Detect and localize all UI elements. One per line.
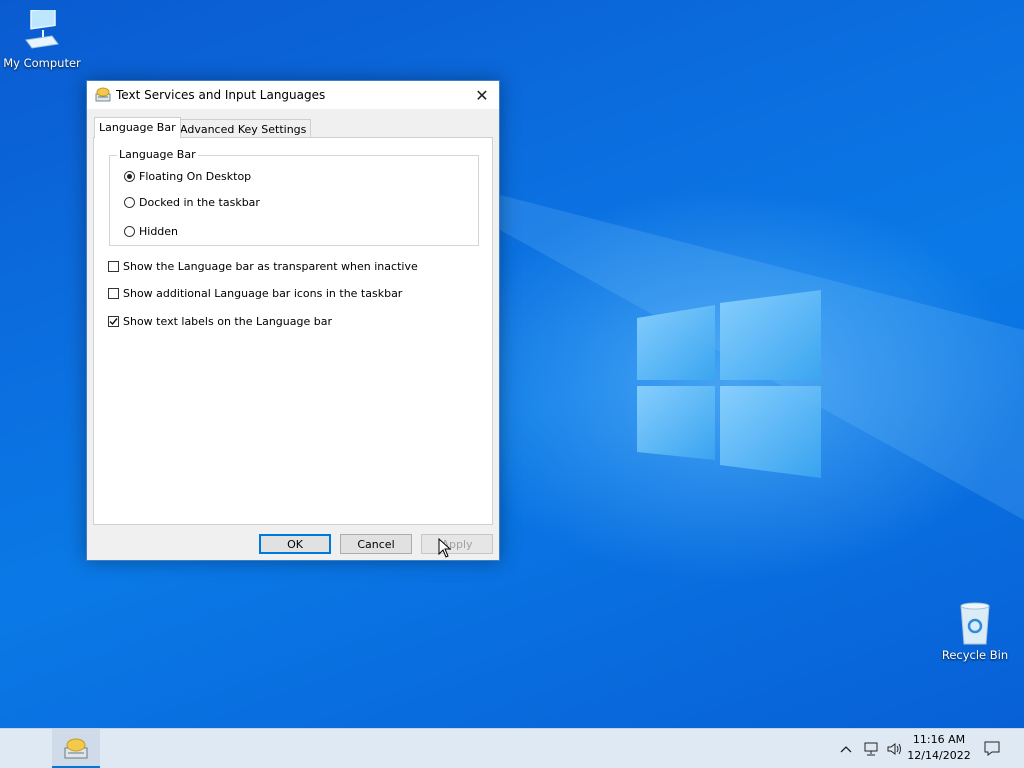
text-services-dialog: Text Services and Input Languages ✕ Lang… [86,80,500,561]
language-bar-groupbox: Language Bar Floating On Desktop Docked … [109,148,479,246]
checkbox-label: Show additional Language bar icons in th… [123,287,403,300]
radio-label: Docked in the taskbar [139,196,260,209]
apply-button[interactable]: Apply [421,534,493,554]
radio-label: Hidden [139,225,179,238]
dialog-title: Text Services and Input Languages [116,88,326,102]
tab-language-bar[interactable]: Language Bar [94,117,181,138]
checkbox[interactable] [108,316,119,327]
taskbar-clock[interactable]: 11:16 AM 12/14/2022 [904,732,974,764]
groupbox-label: Language Bar [117,148,198,161]
volume-icon [887,742,901,755]
checkbox-transparent-when-inactive[interactable]: Show the Language bar as transparent whe… [108,260,418,273]
taskbar-app-text-services[interactable] [52,729,100,768]
taskbar: 11:16 AM 12/14/2022 [0,728,1024,768]
ok-button[interactable]: OK [259,534,331,554]
keyboard-input-icon [95,87,111,102]
mouse-cursor-icon [438,538,452,558]
tab-panel: Language Bar Floating On Desktop Docked … [93,137,493,525]
computer-icon [25,10,59,49]
checkbox[interactable] [108,288,119,299]
checkbox-additional-icons-in-taskbar[interactable]: Show additional Language bar icons in th… [108,287,402,300]
cancel-button-label: Cancel [357,537,395,551]
checkmark-icon [109,318,118,326]
ok-button-label: OK [287,537,303,551]
chevron-up-icon [840,745,852,752]
radio-docked-in-taskbar[interactable]: Docked in the taskbar [124,196,260,209]
radio-button[interactable] [124,226,135,237]
tab-label: Language Bar [99,121,176,134]
keyboard-input-icon [64,738,88,759]
close-icon: ✕ [475,85,489,105]
notification-icon [984,741,1000,756]
tab-advanced-key-settings[interactable]: Advanced Key Settings [175,119,312,138]
desktop-icon-my-computer[interactable]: My Computer [0,10,84,70]
cancel-button[interactable]: Cancel [340,534,412,554]
tab-label: Advanced Key Settings [180,123,307,136]
clock-time: 11:16 AM [912,733,966,746]
checkbox-label: Show text labels on the Language bar [123,315,332,328]
network-icon [864,742,878,755]
desktop-icon-label: Recycle Bin [941,648,1009,662]
radio-hidden[interactable]: Hidden [124,225,178,238]
network-button[interactable] [860,729,882,768]
clock-date: 12/14/2022 [907,749,971,762]
radio-label: Floating On Desktop [139,170,252,183]
volume-button[interactable] [884,729,906,768]
radio-button[interactable] [124,197,135,208]
radio-button[interactable] [124,171,135,182]
recycle-bin-icon [960,602,990,645]
radio-floating-on-desktop[interactable]: Floating On Desktop [124,170,251,183]
close-button[interactable]: ✕ [465,81,499,109]
desktop-icon-recycle-bin[interactable]: Recycle Bin [933,602,1017,662]
checkbox-show-text-labels[interactable]: Show text labels on the Language bar [108,315,332,328]
checkbox[interactable] [108,261,119,272]
desktop-icon-label: My Computer [3,56,81,70]
title-bar[interactable]: Text Services and Input Languages ✕ [87,81,499,109]
checkbox-label: Show the Language bar as transparent whe… [123,260,418,273]
show-hidden-icons-button[interactable] [836,729,856,768]
action-center-button[interactable] [978,729,1006,768]
